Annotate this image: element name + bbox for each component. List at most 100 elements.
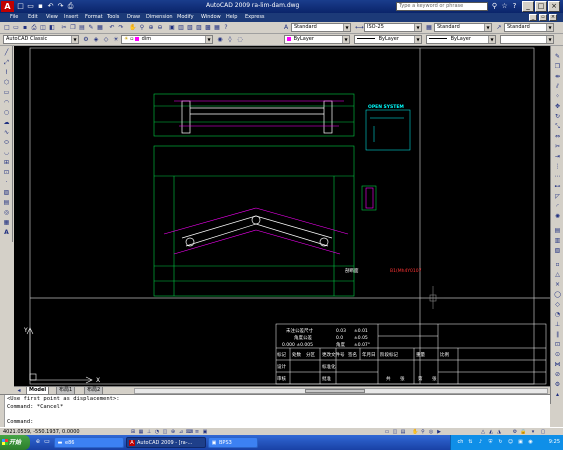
preview-icon[interactable]: ◫ <box>39 24 47 32</box>
ellipse-icon[interactable]: ⬭ <box>2 138 11 147</box>
tool-palettes-icon[interactable]: ▧ <box>186 24 194 32</box>
binoculars-icon[interactable]: ⚲ <box>490 2 499 11</box>
network-icon[interactable]: ⇅ <box>467 439 474 446</box>
osnap-tangent-icon[interactable]: ◔ <box>553 310 562 319</box>
save-icon[interactable]: ▪ <box>36 2 45 11</box>
chamfer-icon[interactable]: ◸ <box>553 192 562 201</box>
workspace-settings-icon[interactable]: ⚙ <box>82 36 90 44</box>
osnap-nearest-icon[interactable]: ⋈ <box>553 360 562 369</box>
plot-style-select[interactable]: ▼ <box>500 35 554 44</box>
rotate-icon[interactable]: ↻ <box>553 112 562 121</box>
zoom-previous-icon[interactable]: ⊖ <box>156 24 164 32</box>
color-select[interactable]: ByLayer ▼ <box>284 35 350 44</box>
quickcalc-icon[interactable]: ▦ <box>213 24 221 32</box>
layer-select[interactable]: ☀ ▫ dim ▼ <box>121 35 213 44</box>
pan-icon[interactable]: ✋ <box>129 24 137 32</box>
polygon-icon[interactable]: ⬡ <box>2 78 11 87</box>
explode-icon[interactable]: ✺ <box>553 212 562 221</box>
spline-icon[interactable]: ∿ <box>2 128 11 137</box>
volume-icon[interactable]: ♪ <box>477 439 484 446</box>
copy-icon[interactable]: ❐ <box>69 24 77 32</box>
open-icon[interactable]: ▭ <box>26 2 35 11</box>
offset-icon[interactable]: ⫽ <box>553 82 562 91</box>
dim-style-select[interactable]: ISO-25 ▼ <box>364 23 422 32</box>
gradient-icon[interactable]: ▤ <box>2 198 11 207</box>
task-autocad[interactable]: A AutoCAD 2009 - [ra-... <box>126 437 206 448</box>
trim-icon[interactable]: ✂ <box>553 142 562 151</box>
insert-block-icon[interactable]: ⊞ <box>2 158 11 167</box>
menu-express[interactable]: Express <box>245 14 265 20</box>
bring-front-icon[interactable]: ▥ <box>553 236 562 245</box>
menu-window[interactable]: Window <box>201 14 221 20</box>
properties-icon[interactable]: ▣ <box>168 24 176 32</box>
plot-icon[interactable]: ⎙ <box>66 2 75 11</box>
osnap-midpoint-icon[interactable]: △ <box>553 270 562 279</box>
help-icon[interactable]: ? <box>510 2 519 11</box>
osnap-quadrant-icon[interactable]: ◇ <box>553 300 562 309</box>
polyline-icon[interactable]: ⌇ <box>2 68 11 77</box>
extend-icon[interactable]: ⇥ <box>553 152 562 161</box>
tray-app-icon[interactable]: ◉ <box>527 439 534 446</box>
point-icon[interactable]: · <box>2 178 11 187</box>
menu-modify[interactable]: Modify <box>177 14 194 20</box>
multileader-style-select[interactable]: Standard ▼ <box>504 23 554 32</box>
erase-icon[interactable]: ✎ <box>553 52 562 61</box>
undo-tool-icon[interactable]: ↶ <box>108 24 116 32</box>
chat-icon[interactable]: ☺ <box>507 439 514 446</box>
rectangle-icon[interactable]: ▭ <box>2 88 11 97</box>
match-properties-icon[interactable]: ✎ <box>87 24 95 32</box>
table-icon[interactable]: ▦ <box>2 218 11 227</box>
close-button[interactable]: × <box>548 1 560 12</box>
lineweight-select[interactable]: ByLayer ▼ <box>426 35 496 44</box>
osnap-node-icon[interactable]: ⊙ <box>553 350 562 359</box>
osnap-intersection-icon[interactable]: × <box>553 280 562 289</box>
drawing-canvas[interactable]: OPEN SYSTEM 剖断面 B1(Mh4Y0107 Y X 未注公差尺寸 0… <box>14 46 550 386</box>
task-bps3[interactable]: ▣ BPS3 <box>208 437 258 448</box>
redo-icon[interactable]: ↷ <box>56 2 65 11</box>
menu-draw[interactable]: Draw <box>127 14 140 20</box>
stretch-icon[interactable]: ⇔ <box>553 132 562 141</box>
doc-close-button[interactable]: × <box>549 14 557 21</box>
publish-icon[interactable]: ◧ <box>48 24 56 32</box>
draw-order-icon[interactable]: ▤ <box>553 226 562 235</box>
doc-minimize-button[interactable]: _ <box>529 14 537 21</box>
construction-line-icon[interactable]: ⤢ <box>2 58 11 67</box>
show-desktop-icon[interactable]: ▭ <box>43 438 51 446</box>
layer-previous-icon[interactable]: ◊ <box>226 36 234 44</box>
tray-app-icon[interactable]: ▣ <box>517 439 524 446</box>
make-block-icon[interactable]: ⊡ <box>2 168 11 177</box>
doc-restore-button[interactable]: ▫ <box>539 14 547 21</box>
new-icon[interactable]: □ <box>16 2 25 11</box>
osnap-insert-icon[interactable]: ⊡ <box>553 340 562 349</box>
osnap-center-icon[interactable]: ◯ <box>553 290 562 299</box>
arc-icon[interactable]: ◠ <box>2 98 11 107</box>
save-file-icon[interactable]: ▪ <box>21 24 29 32</box>
menu-insert[interactable]: Insert <box>64 14 78 20</box>
language-icon[interactable]: ch <box>457 439 464 446</box>
qnew-icon[interactable]: □ <box>3 24 11 32</box>
open-file-icon[interactable]: ▭ <box>12 24 20 32</box>
sheet-set-icon[interactable]: ▨ <box>195 24 203 32</box>
revision-cloud-icon[interactable]: ☁ <box>2 118 11 127</box>
layer-state-icon[interactable]: ◇ <box>102 36 110 44</box>
ie-icon[interactable]: e <box>34 438 42 446</box>
scrollbar-thumb[interactable] <box>305 389 365 393</box>
break-at-point-icon[interactable]: ⋮ <box>553 162 562 171</box>
circle-icon[interactable]: ○ <box>2 108 11 117</box>
join-icon[interactable]: ⊷ <box>553 182 562 191</box>
search-input[interactable]: Type a keyword or phrase <box>396 2 488 11</box>
workspace-select[interactable]: AutoCAD Classic ▼ <box>3 35 79 44</box>
start-button[interactable]: 开始 <box>0 435 30 450</box>
menu-view[interactable]: View <box>46 14 58 20</box>
osnap-perpendicular-icon[interactable]: ⊥ <box>553 320 562 329</box>
menu-tools[interactable]: Tools <box>107 14 119 20</box>
zoom-window-icon[interactable]: ⊕ <box>147 24 155 32</box>
help-tool-icon[interactable]: ? <box>222 24 230 32</box>
fillet-icon[interactable]: ◜ <box>553 202 562 211</box>
multiline-text-icon[interactable]: A <box>2 228 11 237</box>
copy-object-icon[interactable]: ❐ <box>553 62 562 71</box>
scroll-up-icon[interactable]: ▴ <box>553 390 562 399</box>
array-icon[interactable]: ⁘ <box>553 92 562 101</box>
region-icon[interactable]: ◎ <box>2 208 11 217</box>
autocad-logo-icon[interactable]: A <box>1 1 14 12</box>
